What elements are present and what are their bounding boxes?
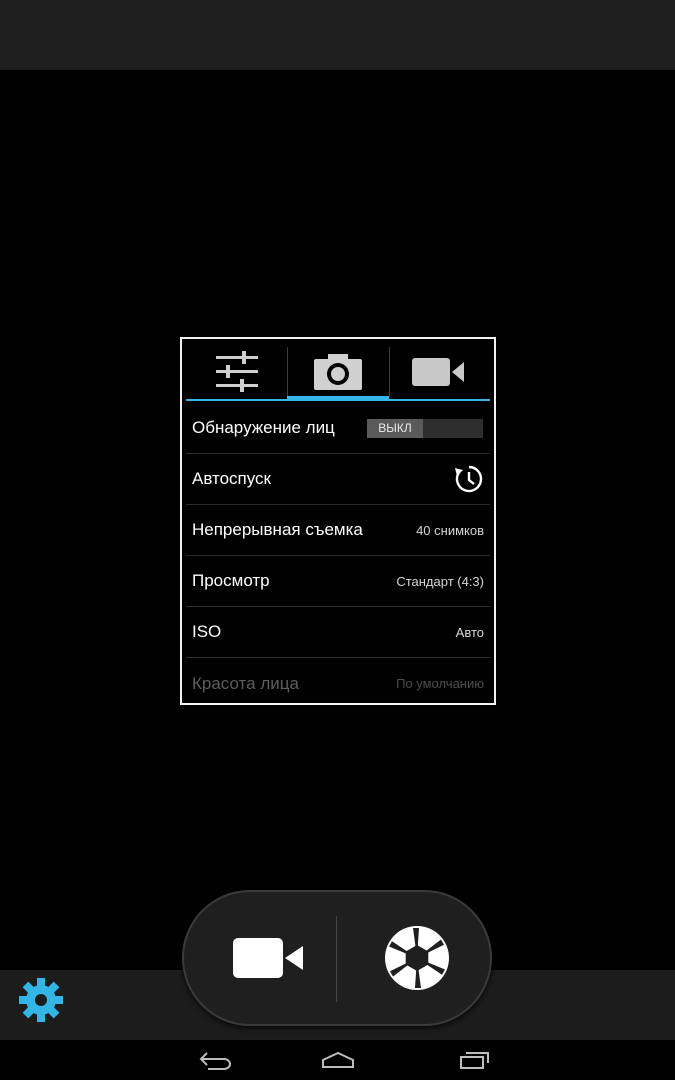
recent-apps-button[interactable] [445,1045,505,1075]
video-camera-icon [233,938,303,978]
setting-iso[interactable]: ISO Авто [186,607,490,658]
home-icon [322,1051,354,1068]
setting-value: Стандарт (4:3) [396,573,484,589]
status-bar [0,0,675,70]
record-video-button[interactable] [202,890,336,1026]
tab-photo-settings[interactable] [287,343,389,401]
pill-divider [336,916,337,1002]
shutter-icon [385,926,449,990]
setting-face-beauty: Красота лица По умолчанию [186,658,490,703]
tab-underline [388,399,490,401]
setting-label: Красота лица [192,673,299,693]
gear-icon [19,978,63,1022]
setting-self-timer[interactable]: Автоспуск [186,454,490,505]
sliders-icon [215,351,258,392]
home-button[interactable] [308,1045,368,1075]
setting-label: Непрерывная съемка [192,520,363,539]
tab-video-settings[interactable] [388,343,490,401]
settings-tabs [186,343,490,401]
setting-value: По умолчанию [396,676,484,691]
tab-general-settings[interactable] [186,343,288,401]
settings-list: Обнаружение лиц ВЫКЛ Автоспуск Непрерывн… [186,403,490,703]
capture-controls [182,890,492,1026]
camera-icon [313,354,362,390]
back-icon [199,1052,231,1070]
face-detection-toggle[interactable]: ВЫКЛ [367,418,483,438]
recents-icon [460,1052,489,1069]
back-button[interactable] [185,1045,245,1075]
setting-face-detection[interactable]: Обнаружение лиц ВЫКЛ [186,403,490,454]
timer-icon [455,465,483,493]
toggle-state: ВЫКЛ [367,418,423,438]
camera-settings-popup: Обнаружение лиц ВЫКЛ Автоспуск Непрерывн… [180,337,496,705]
setting-label: Обнаружение лиц [192,418,335,437]
setting-continuous-shot[interactable]: Непрерывная съемка 40 снимков [186,505,490,556]
setting-value: Авто [455,624,484,640]
setting-label: ISO [192,622,222,641]
setting-value: 40 снимков [416,522,484,538]
settings-button[interactable] [16,975,66,1025]
shutter-button[interactable] [352,890,482,1026]
tab-underline [186,399,288,401]
setting-label: Автоспуск [192,469,271,488]
setting-preview[interactable]: Просмотр Стандарт (4:3) [186,556,490,607]
tab-underline-active [287,396,389,401]
video-camera-icon [412,358,465,386]
setting-label: Просмотр [192,571,270,590]
